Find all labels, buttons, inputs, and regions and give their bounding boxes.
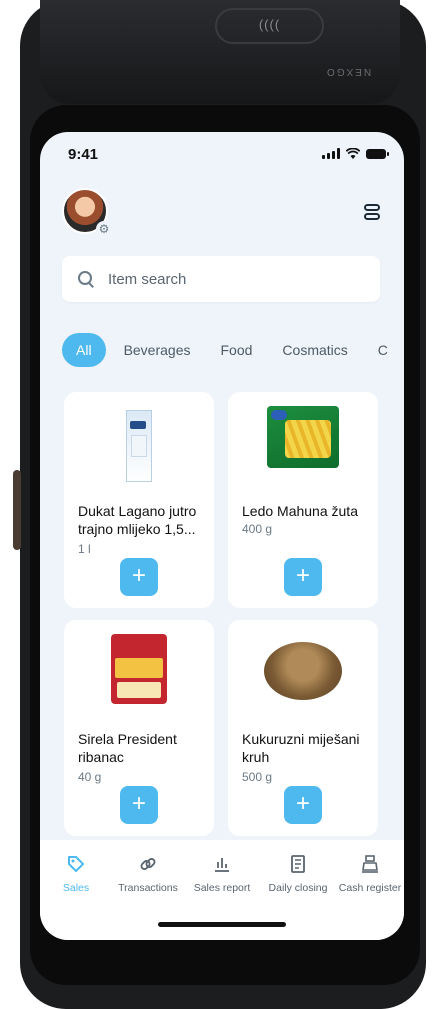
cash-register-icon: [362, 855, 378, 873]
layers-icon[interactable]: [364, 204, 382, 224]
product-quantity: 400 g: [242, 522, 273, 536]
product-quantity: 500 g: [242, 770, 273, 784]
nav-label: Cash register: [338, 882, 402, 894]
product-image-beans: [228, 406, 378, 486]
tab-all[interactable]: All: [62, 333, 106, 367]
add-to-cart-button[interactable]: +: [284, 558, 322, 596]
nav-item-sales[interactable]: Sales: [40, 840, 112, 896]
status-time: 9:41: [68, 146, 99, 163]
product-card[interactable]: Ledo Mahuna žuta 400 g +: [228, 392, 378, 608]
tab-beverages[interactable]: Beverages: [124, 342, 191, 358]
screen: 9:41 ⚙ All Beverages Food Cosmatics C Du…: [40, 132, 404, 940]
nav-item-transactions[interactable]: Transactions: [112, 840, 184, 896]
bar-chart-icon: [215, 858, 229, 872]
home-indicator[interactable]: [158, 922, 286, 927]
product-image-cheese: [64, 634, 214, 714]
nfc-contactless-icon: ((((: [215, 8, 324, 44]
product-card[interactable]: Sirela President ribanac 40 g +: [64, 620, 214, 836]
status-bar: 9:41: [40, 132, 404, 182]
add-to-cart-button[interactable]: +: [120, 558, 158, 596]
ledger-icon: [291, 855, 305, 873]
battery-icon: [366, 148, 389, 159]
add-to-cart-button[interactable]: +: [284, 786, 322, 824]
nav-item-cash-register[interactable]: Cash register: [334, 840, 404, 896]
side-key[interactable]: [13, 470, 21, 550]
product-name: Kukuruzni miješani kruh: [242, 731, 360, 765]
nav-label: Sales: [62, 882, 90, 894]
signal-icon: [322, 148, 340, 159]
product-card[interactable]: Dukat Lagano jutro trajno mlijeko 1,5...…: [64, 392, 214, 608]
product-name: Dukat Lagano jutro trajno mlijeko 1,5...: [78, 503, 197, 537]
tab-food[interactable]: Food: [221, 342, 253, 358]
wifi-icon: [346, 148, 360, 159]
bottom-navigation: Sales Transactions Sales report Daily cl…: [40, 840, 404, 940]
tab-cosmatics[interactable]: Cosmatics: [282, 342, 347, 358]
product-quantity: 1 l: [78, 542, 91, 556]
product-name: Ledo Mahuna žuta: [242, 503, 358, 519]
link-icon: [140, 858, 156, 870]
nav-item-sales-report[interactable]: Sales report: [186, 840, 258, 896]
gear-icon[interactable]: ⚙: [96, 221, 112, 237]
device-brand-label: NEXGO: [325, 66, 372, 77]
device-top-printer: (((( NEXGO: [40, 0, 400, 104]
add-to-cart-button[interactable]: +: [120, 786, 158, 824]
product-image-bread: [228, 634, 378, 714]
product-image-milk: [64, 406, 214, 486]
nav-label: Sales report: [193, 882, 251, 894]
search-input[interactable]: [106, 269, 370, 289]
nav-label: Daily closing: [268, 882, 328, 894]
tag-icon: [68, 856, 84, 872]
search-bar[interactable]: [62, 256, 380, 302]
tab-more[interactable]: C: [378, 342, 388, 358]
status-icons: [322, 148, 389, 159]
product-quantity: 40 g: [78, 770, 102, 784]
category-tabs: All Beverages Food Cosmatics C: [62, 332, 404, 368]
nav-label: Transactions: [118, 882, 178, 894]
product-card[interactable]: Kukuruzni miješani kruh 500 g +: [228, 620, 378, 836]
product-name: Sirela President ribanac: [78, 731, 177, 765]
search-icon: [78, 271, 94, 287]
nav-item-daily-closing[interactable]: Daily closing: [262, 840, 334, 896]
